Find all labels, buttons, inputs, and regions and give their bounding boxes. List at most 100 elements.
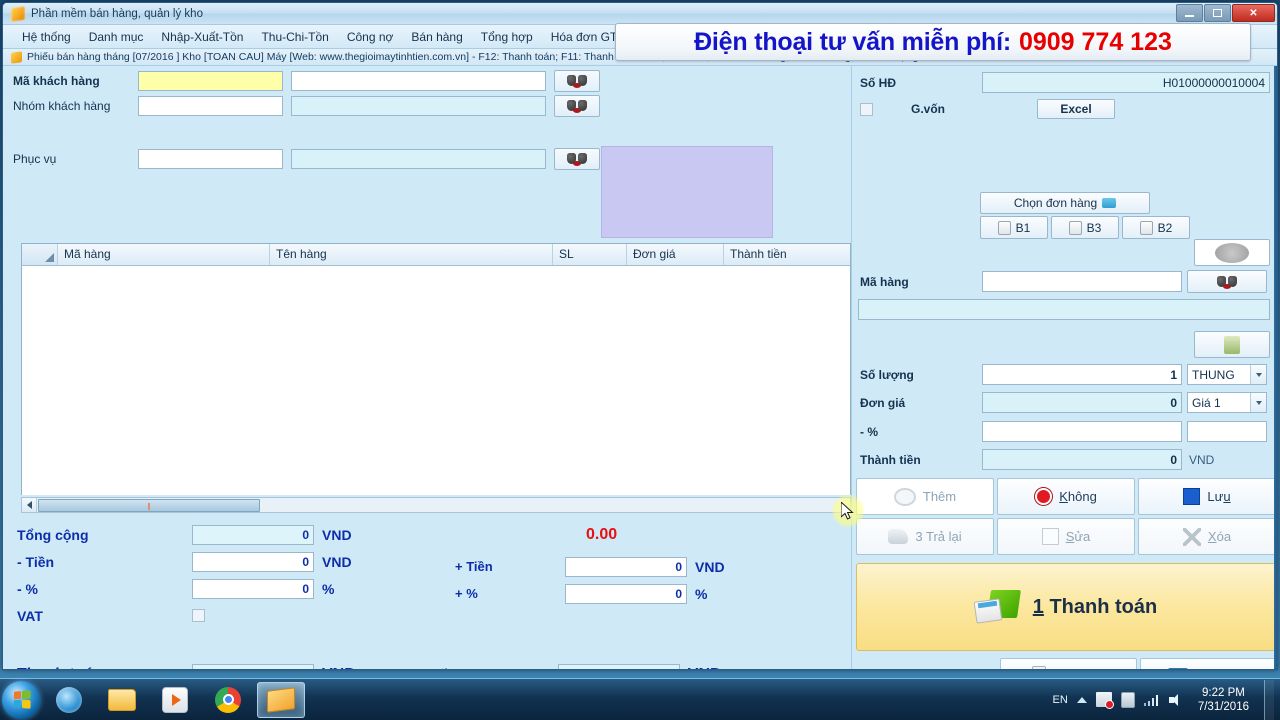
invoice-number-label: Số HĐ — [860, 75, 896, 90]
customer-group-input[interactable] — [138, 96, 283, 116]
server-code-input[interactable] — [138, 149, 283, 169]
column-header-thanh-tien[interactable]: Thành tiền — [724, 244, 844, 265]
surcharge-percent-input[interactable] — [565, 583, 687, 604]
server-lookup-button[interactable] — [554, 148, 600, 170]
taskbar-item-google-chrome[interactable] — [204, 682, 252, 718]
surcharge-section: + Tiền VND + % % — [455, 553, 725, 607]
batch-b3-button[interactable]: B3 — [1051, 216, 1119, 239]
taskbar-item-media-player[interactable] — [151, 682, 199, 718]
scroll-left-arrow-icon[interactable] — [22, 498, 37, 512]
grand-total-row: Tổng cộng VND — [17, 521, 837, 548]
right-edge-scrollbar[interactable] — [1274, 66, 1277, 669]
vat-checkbox[interactable] — [192, 609, 205, 622]
discount-percent-unit: % — [322, 580, 335, 597]
payment-total-input[interactable] — [192, 664, 314, 669]
customer-code-label: Mã khách hàng — [13, 74, 100, 88]
surcharge-amount-row: + Tiền VND — [455, 553, 725, 580]
cost-price-checkbox[interactable] — [860, 102, 873, 116]
menu-item-thu-chi-ton[interactable]: Thu-Chi-Tồn — [252, 27, 337, 47]
menu-item-ban-hang[interactable]: Bán hàng — [402, 27, 471, 47]
show-hidden-icons-arrow-icon[interactable] — [1076, 696, 1087, 703]
scrollbar-thumb[interactable] — [38, 498, 260, 512]
menu-item-nhap-xuat-ton[interactable]: Nhập-Xuất-Tồn — [152, 27, 252, 47]
surcharge-percent-label: + % — [455, 586, 478, 601]
customer-group-lookup-button[interactable] — [554, 95, 600, 117]
customer-group-name-input[interactable] — [291, 96, 546, 116]
grid-horizontal-scrollbar[interactable] — [21, 497, 851, 513]
scale-button[interactable] — [1194, 331, 1270, 358]
device-icon[interactable] — [1120, 691, 1135, 708]
clock-date: 7/31/2016 — [1197, 700, 1249, 713]
server-name-input[interactable] — [291, 149, 546, 169]
right-pane: Số HĐ G.vốn Excel Chọn đơn hàng B1 — [851, 66, 1277, 669]
add-item-button[interactable]: Thêm — [856, 478, 994, 515]
taskbar-clock[interactable]: 9:22 PM 7/31/2016 — [1198, 686, 1249, 714]
batch-b3-label: B3 — [1086, 220, 1102, 235]
column-header-ten-hang[interactable]: Tên hàng — [270, 244, 553, 265]
return-item-button[interactable]: 3 Trả lại — [856, 518, 994, 555]
save-button[interactable]: Lưu — [1138, 478, 1276, 515]
items-grid[interactable]: Mã hàng Tên hàng SL Đơn giá Thành tiền — [21, 243, 851, 495]
checkout-button[interactable]: 1 Thanh toán — [856, 563, 1276, 651]
maximize-button[interactable] — [1204, 4, 1231, 22]
product-lookup-button[interactable] — [1187, 270, 1267, 293]
line-total-label: Thành tiền — [860, 452, 921, 467]
quantity-input[interactable] — [982, 364, 1182, 385]
language-indicator[interactable]: EN — [1053, 694, 1068, 706]
cost-price-row: G.vốn Excel — [860, 99, 1272, 119]
menu-item-danh-muc[interactable]: Danh mục — [80, 27, 153, 47]
close-button[interactable]: ✕ — [1232, 4, 1275, 22]
quantity-row: Số lượng THUNG — [860, 364, 1272, 385]
start-button[interactable] — [2, 680, 40, 719]
product-code-input[interactable] — [982, 271, 1182, 292]
discount-percent-input[interactable] — [192, 578, 314, 599]
column-header-ma-hang[interactable]: Mã hàng — [58, 244, 270, 265]
customer-name-input[interactable] — [291, 71, 546, 91]
taskbar-item-windows-explorer[interactable] — [98, 682, 146, 718]
taskbar-item-internet-explorer[interactable] — [45, 682, 93, 718]
other-payment-button[interactable]: 0 TT khác — [1139, 658, 1276, 669]
items-grid-body[interactable] — [22, 266, 850, 495]
batch-b2-button[interactable]: B2 — [1122, 216, 1190, 239]
discount-amount-input[interactable] — [192, 551, 314, 572]
volume-icon[interactable] — [1168, 693, 1185, 707]
cancel-item-button[interactable]: Không — [997, 478, 1135, 515]
delete-item-button[interactable]: Xóa — [1138, 518, 1276, 555]
weighing-scale-icon — [1224, 335, 1240, 354]
chevron-down-icon[interactable] — [1250, 365, 1266, 384]
pos-app-icon — [267, 686, 295, 713]
customer-lookup-button[interactable] — [554, 70, 600, 92]
change-due-input[interactable] — [557, 664, 680, 669]
void-invoice-button[interactable]: 2 Hủy HĐ — [1000, 658, 1137, 669]
taskbar-item-pos-application[interactable] — [257, 681, 305, 718]
batch-b1-button[interactable]: B1 — [980, 216, 1048, 239]
column-header-sl[interactable]: SL — [553, 244, 627, 265]
menu-item-cong-no[interactable]: Công nợ — [338, 27, 403, 47]
menu-item-he-thong[interactable]: Hệ thống — [13, 27, 80, 47]
unit-price-input[interactable] — [982, 392, 1182, 413]
price-list-select[interactable]: Giá 1 — [1187, 392, 1267, 413]
choose-order-button[interactable]: Chọn đơn hàng — [980, 192, 1150, 214]
invoice-number-input[interactable] — [982, 72, 1270, 93]
column-header-don-gia[interactable]: Đơn giá — [627, 244, 724, 265]
cancel-item-label: Không — [1059, 489, 1097, 504]
return-item-label: 3 Trả lại — [915, 529, 962, 544]
screen: Phần mềm bán hàng, quản lý kho ✕ Hệ thốn… — [0, 0, 1280, 720]
edit-item-button[interactable]: Sửa — [997, 518, 1135, 555]
excel-export-button[interactable]: Excel — [1037, 99, 1116, 119]
line-discount-extra-input[interactable] — [1187, 421, 1267, 442]
unit-select[interactable]: THUNG — [1187, 364, 1267, 385]
line-total-input[interactable] — [982, 449, 1182, 470]
show-desktop-button[interactable] — [1264, 679, 1274, 720]
minimize-button[interactable] — [1176, 4, 1203, 22]
chevron-down-icon[interactable] — [1250, 393, 1266, 412]
customer-code-input[interactable] — [138, 71, 283, 91]
line-discount-input[interactable] — [982, 421, 1182, 442]
network-signal-icon[interactable] — [1143, 694, 1160, 706]
grand-total-input[interactable] — [192, 524, 314, 545]
promotion-stamp-button[interactable] — [1194, 239, 1270, 266]
surcharge-amount-label: + Tiền — [455, 559, 493, 574]
surcharge-amount-input[interactable] — [565, 556, 687, 577]
menu-item-tong-hop[interactable]: Tổng hợp — [472, 27, 542, 47]
action-center-flag-icon[interactable] — [1095, 692, 1114, 709]
